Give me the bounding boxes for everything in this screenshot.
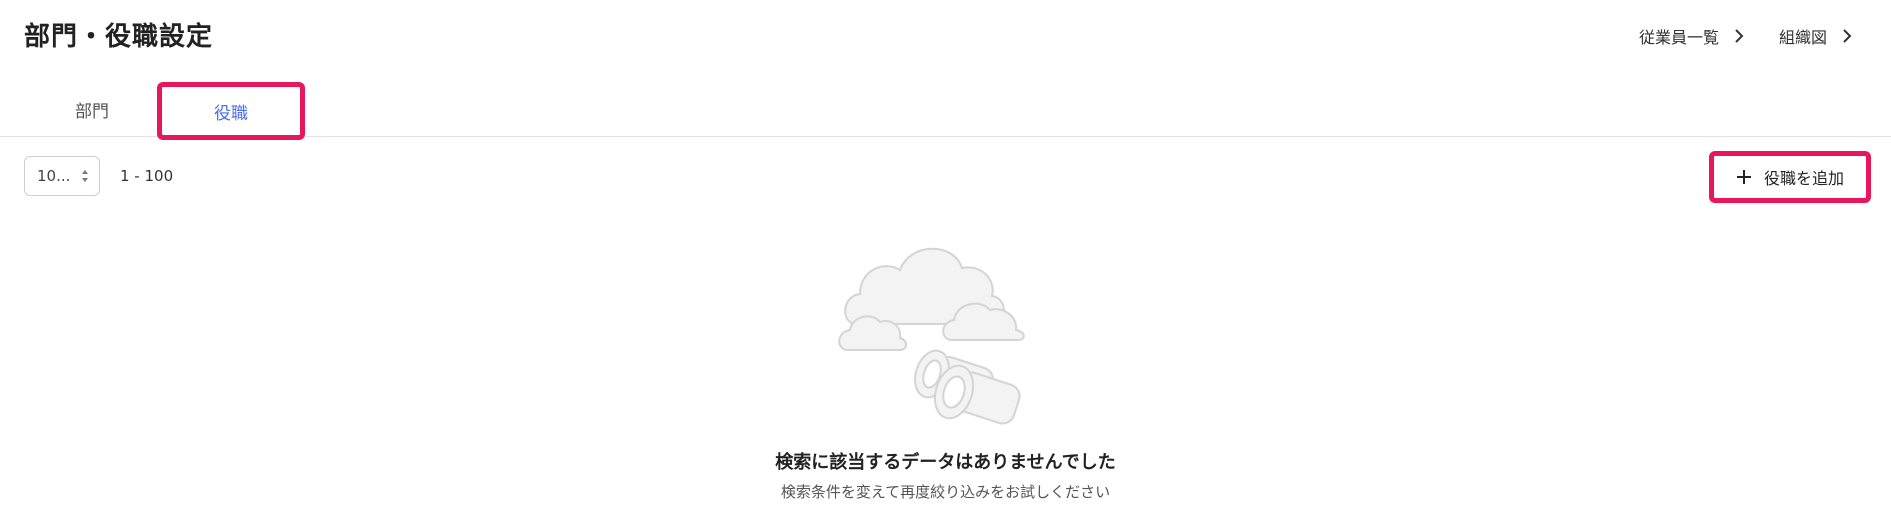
org-chart-link[interactable]: 組織図: [1779, 24, 1853, 48]
add-position-button[interactable]: 役職を追加: [1709, 151, 1871, 203]
org-chart-link-label: 組織図: [1778, 28, 1827, 47]
plus-icon: [1736, 170, 1751, 184]
employee-list-link[interactable]: 従業員一覧: [1639, 24, 1745, 48]
chevron-right-icon: [1843, 29, 1852, 43]
empty-state-subtitle: 検索条件を変えて再度絞り込みをお試しください: [780, 483, 1111, 501]
tab-department[interactable]: 部門: [42, 82, 142, 136]
page-size-select[interactable]: 10...: [24, 156, 100, 196]
page-title: 部門・役職設定: [24, 22, 214, 52]
chevron-right-icon: [1735, 29, 1744, 43]
header-links: 従業員一覧 組織図: [1639, 24, 1853, 48]
toolbar: 10... 1 - 100: [24, 156, 173, 196]
sort-arrows-icon: [82, 170, 88, 182]
add-position-button-label: 役職を追加: [1763, 169, 1844, 188]
employee-list-link-label: 従業員一覧: [1638, 28, 1719, 47]
empty-binoculars-icon: [838, 247, 1025, 425]
pagination-range: 1 - 100: [120, 167, 174, 185]
tab-position[interactable]: 役職: [157, 82, 305, 140]
page-size-value: 10...: [37, 167, 71, 185]
tab-bar: 部門 役職: [0, 82, 1891, 140]
empty-state-title: 検索に該当するデータはありませんでした: [775, 452, 1116, 473]
